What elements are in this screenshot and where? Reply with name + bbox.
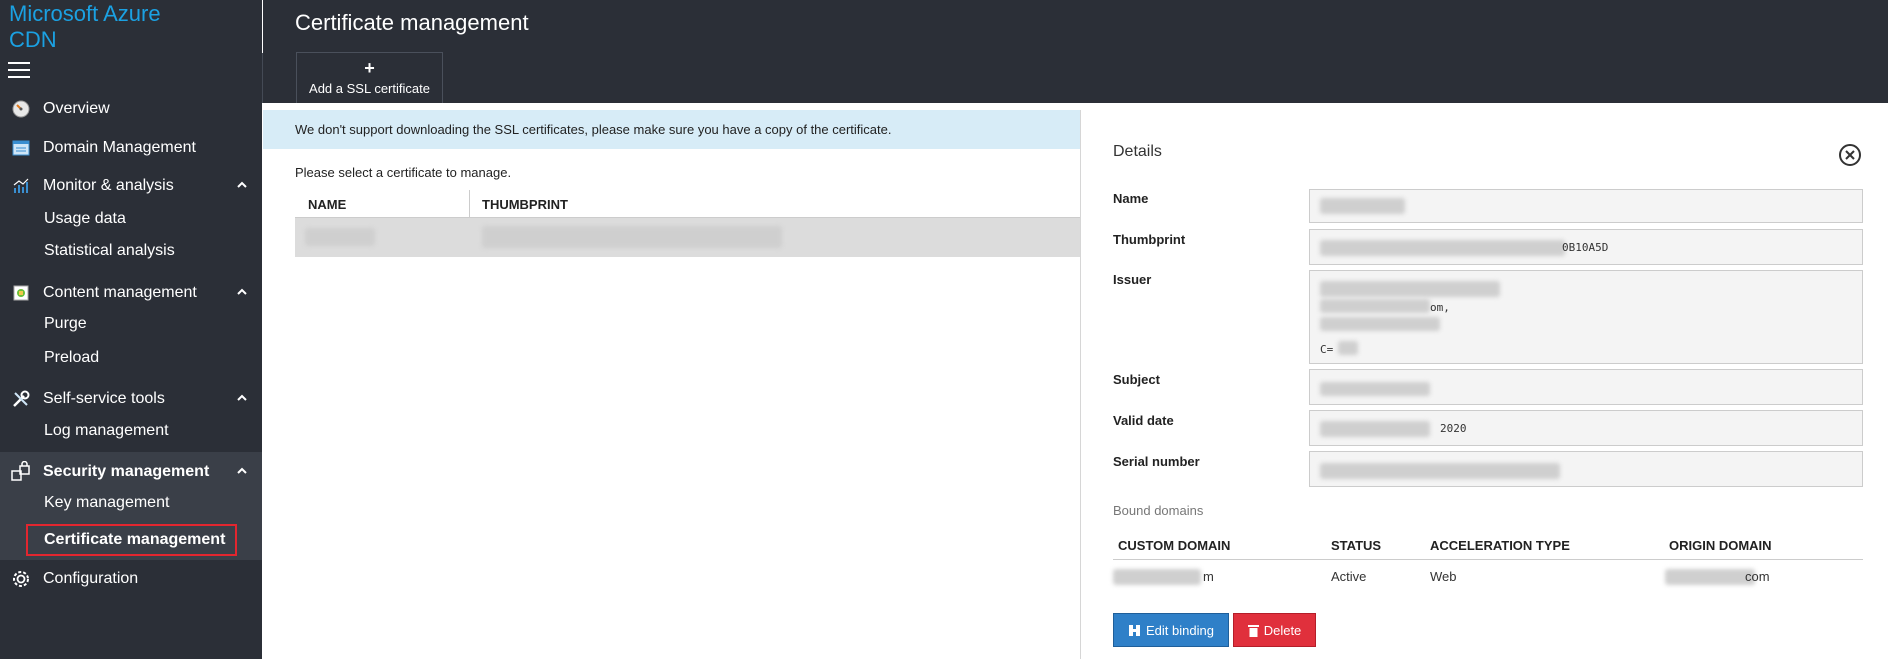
gear-icon bbox=[10, 568, 32, 590]
sidebar-item-content-management[interactable]: Content management bbox=[0, 276, 262, 310]
binding-icon bbox=[1129, 624, 1141, 636]
delete-label: Delete bbox=[1263, 622, 1302, 638]
sidebar-item-label: Monitor & analysis bbox=[43, 177, 174, 194]
thumbprint-value: 0B10A5D bbox=[1562, 241, 1609, 254]
status-value: Active bbox=[1331, 569, 1367, 584]
acceleration-type-value: Web bbox=[1430, 569, 1457, 584]
edit-binding-button[interactable]: Edit binding bbox=[1113, 613, 1229, 647]
notice-banner: We don't support downloading the SSL cer… bbox=[263, 110, 1080, 149]
sidebar-item-configuration[interactable]: Configuration bbox=[0, 562, 262, 596]
valid-date-value: 2020 bbox=[1440, 422, 1467, 435]
thumbprint-label: Thumbprint bbox=[1113, 232, 1186, 247]
security-icon bbox=[10, 461, 32, 483]
gauge-icon bbox=[10, 98, 32, 120]
chart-icon bbox=[10, 175, 32, 197]
subject-field bbox=[1309, 369, 1863, 405]
trash-icon bbox=[1247, 624, 1259, 637]
column-header-name[interactable]: NAME bbox=[308, 197, 346, 212]
sidebar-subitem-purge[interactable]: Purge bbox=[44, 309, 87, 339]
brand-logo[interactable]: Microsoft Azure CDN bbox=[9, 1, 259, 53]
sidebar-item-label: Content management bbox=[43, 284, 197, 301]
add-ssl-certificate-label: Add a SSL certificate bbox=[309, 81, 430, 96]
redacted-name bbox=[305, 228, 375, 246]
serial-number-field bbox=[1309, 451, 1863, 487]
bound-domains-header: CUSTOM DOMAIN STATUS ACCELERATION TYPE O… bbox=[1113, 530, 1863, 560]
column-header-status: STATUS bbox=[1331, 538, 1382, 553]
issuer-label: Issuer bbox=[1113, 272, 1152, 287]
sidebar-item-label: Configuration bbox=[43, 570, 139, 587]
sidebar-subitem-usage-data[interactable]: Usage data bbox=[44, 204, 126, 234]
sidebar: Microsoft Azure CDN Overview Domain Mana… bbox=[0, 0, 262, 659]
sidebar-item-label: Security management bbox=[43, 463, 210, 480]
subject-label: Subject bbox=[1113, 372, 1160, 387]
sidebar-item-monitor-analysis[interactable]: Monitor & analysis bbox=[0, 169, 262, 203]
column-header-thumbprint[interactable]: THUMBPRINT bbox=[482, 197, 568, 212]
details-title: Details bbox=[1113, 143, 1162, 160]
name-label: Name bbox=[1113, 191, 1149, 206]
hamburger-menu-icon[interactable] bbox=[8, 62, 30, 78]
domain-list-icon bbox=[10, 137, 32, 159]
sidebar-item-label: Overview bbox=[43, 100, 110, 117]
close-icon[interactable] bbox=[1838, 143, 1862, 167]
serial-number-label: Serial number bbox=[1113, 454, 1200, 469]
column-header-custom-domain: CUSTOM DOMAIN bbox=[1118, 538, 1231, 553]
sidebar-subitem-preload[interactable]: Preload bbox=[44, 343, 99, 373]
custom-domain-value: m bbox=[1203, 569, 1214, 584]
select-hint: Please select a certificate to manage. bbox=[295, 165, 512, 180]
chevron-up-icon[interactable] bbox=[236, 392, 248, 404]
chevron-up-icon[interactable] bbox=[236, 179, 248, 191]
brand-line-1: Microsoft Azure bbox=[9, 1, 161, 26]
tools-icon bbox=[10, 388, 32, 410]
content-icon bbox=[10, 282, 32, 304]
name-field bbox=[1309, 189, 1863, 223]
column-header-origin-domain: ORIGIN DOMAIN bbox=[1669, 538, 1772, 553]
sidebar-subitem-log-management[interactable]: Log management bbox=[44, 416, 169, 446]
certificate-list-header: NAME THUMBPRINT bbox=[295, 190, 1080, 218]
sidebar-subitem-certificate-management[interactable]: Certificate management bbox=[44, 526, 225, 554]
bound-domains-label: Bound domains bbox=[1113, 503, 1204, 518]
redacted-thumbprint bbox=[482, 226, 782, 248]
valid-date-field: 2020 bbox=[1309, 410, 1863, 446]
column-header-acceleration-type: ACCELERATION TYPE bbox=[1430, 538, 1570, 553]
thumbprint-field: 0B10A5D bbox=[1309, 229, 1863, 265]
certificate-row[interactable] bbox=[295, 218, 1080, 257]
issuer-line-2: om, bbox=[1430, 301, 1450, 314]
valid-date-label: Valid date bbox=[1113, 413, 1174, 428]
delete-button[interactable]: Delete bbox=[1233, 613, 1316, 647]
chevron-up-icon[interactable] bbox=[236, 465, 248, 477]
issuer-line-4: C= bbox=[1320, 343, 1334, 356]
origin-domain-value: com bbox=[1745, 569, 1770, 584]
add-ssl-certificate-button[interactable]: + Add a SSL certificate bbox=[296, 52, 443, 103]
sidebar-item-overview[interactable]: Overview bbox=[0, 92, 262, 126]
page-title: Certificate management bbox=[295, 10, 529, 35]
chevron-up-icon[interactable] bbox=[236, 286, 248, 298]
sidebar-item-security-management[interactable]: Security management bbox=[0, 455, 262, 489]
issuer-field: om, C= bbox=[1309, 270, 1863, 364]
sidebar-subitem-key-management[interactable]: Key management bbox=[44, 488, 169, 518]
bound-domain-row[interactable]: m Active Web com bbox=[1113, 561, 1863, 591]
edit-binding-label: Edit binding bbox=[1146, 622, 1214, 638]
sidebar-item-domain-management[interactable]: Domain Management bbox=[0, 131, 262, 165]
notice-text: We don't support downloading the SSL cer… bbox=[295, 122, 892, 137]
sidebar-item-self-service-tools[interactable]: Self-service tools bbox=[0, 382, 262, 416]
sidebar-item-label: Self-service tools bbox=[43, 390, 165, 407]
brand-line-2: CDN bbox=[9, 27, 57, 52]
sidebar-subitem-statistical-analysis[interactable]: Statistical analysis bbox=[44, 236, 175, 266]
sidebar-item-label: Domain Management bbox=[43, 139, 196, 156]
plus-icon: + bbox=[364, 58, 375, 78]
